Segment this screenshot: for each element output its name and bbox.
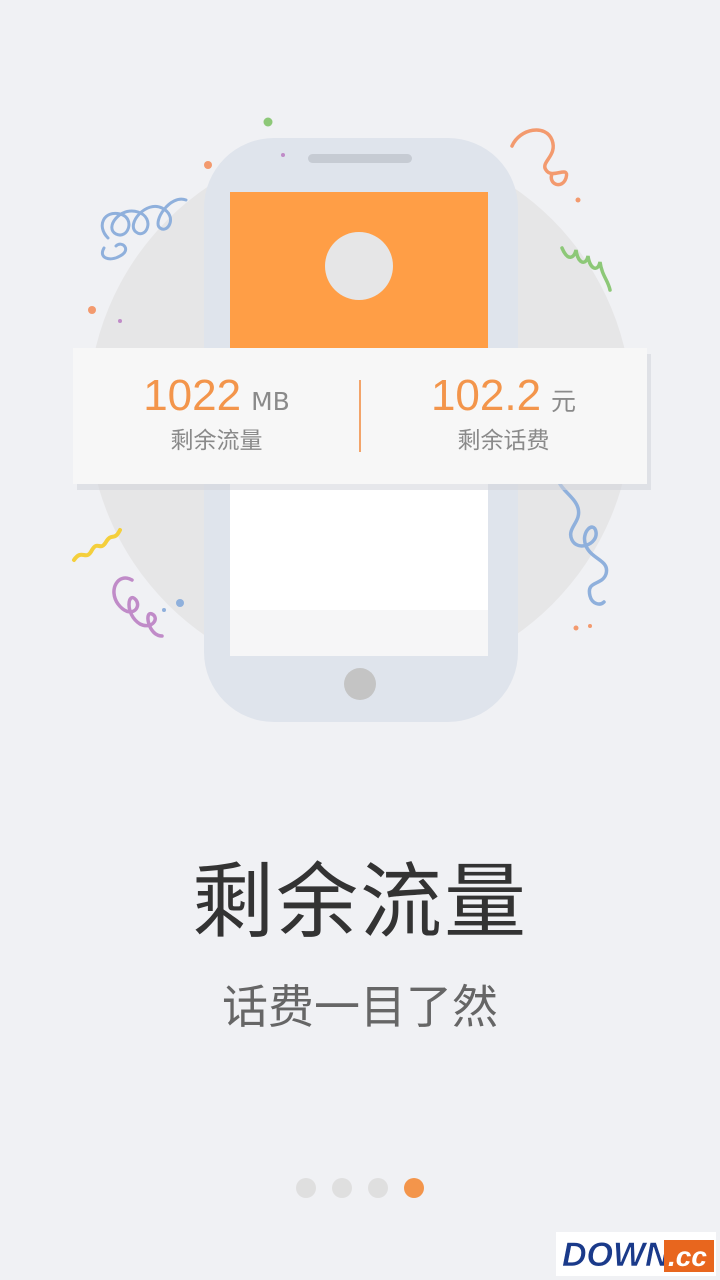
page-indicator[interactable] xyxy=(0,1178,720,1200)
confetti-swirl-icon xyxy=(510,128,569,187)
balance-remaining-label: 剩余话费 xyxy=(457,428,550,454)
watermark-logo: DOWN .cc xyxy=(556,1232,716,1276)
svg-text:DOWN: DOWN xyxy=(562,1236,671,1274)
data-remaining-stat: 1022 MB 剩余流量 xyxy=(73,348,360,484)
page-dot[interactable] xyxy=(296,1178,316,1198)
data-remaining-unit: MB xyxy=(251,387,290,416)
page-dot[interactable] xyxy=(332,1178,352,1198)
balance-remaining-unit: 元 xyxy=(551,387,577,416)
confetti-zigzag-icon xyxy=(72,528,122,562)
avatar-placeholder-icon xyxy=(325,232,393,300)
data-remaining-label: 剩余流量 xyxy=(170,428,263,454)
home-button-icon xyxy=(344,668,376,700)
page-dot[interactable] xyxy=(368,1178,388,1198)
svg-text:.cc: .cc xyxy=(668,1241,707,1272)
data-remaining-value: 1022 xyxy=(143,371,242,420)
page-subtitle: 话费一目了然 xyxy=(222,980,498,1034)
balance-remaining-value: 102.2 xyxy=(430,371,542,420)
page-dot[interactable] xyxy=(404,1178,424,1198)
balance-remaining-stat: 102.2 元 剩余话费 xyxy=(360,348,647,484)
stats-card: 1022 MB 剩余流量 102.2 元 剩余话费 xyxy=(73,348,647,484)
page-title: 剩余流量 xyxy=(191,855,528,950)
